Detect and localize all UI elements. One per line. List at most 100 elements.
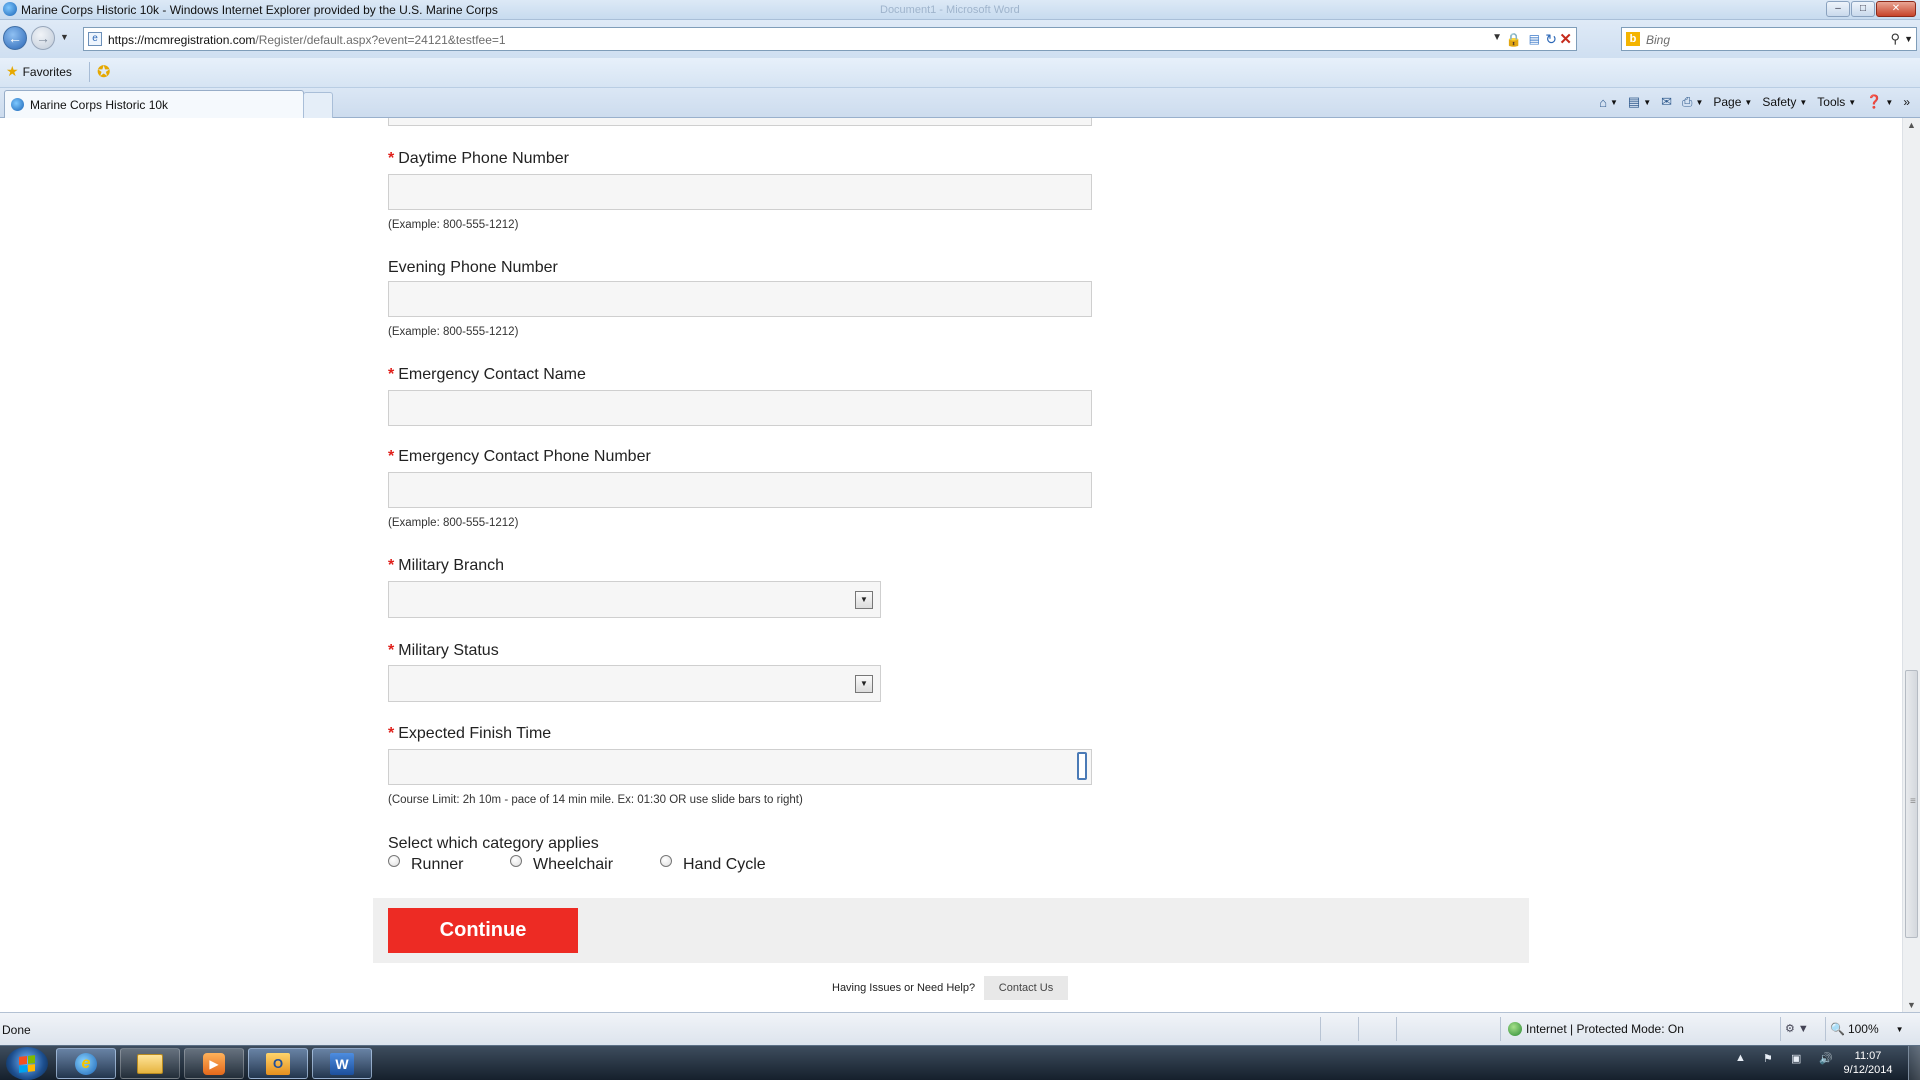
minimize-button[interactable]: – bbox=[1826, 1, 1850, 17]
military-status-label: * Military Status bbox=[388, 642, 499, 659]
help-menu[interactable]: ❓ ▼ bbox=[1866, 94, 1893, 110]
zoom-control[interactable]: 🔍 100% ▼ bbox=[1830, 1022, 1904, 1036]
stop-icon[interactable]: ✕ bbox=[1559, 30, 1572, 48]
star-icon: ★ bbox=[6, 63, 19, 79]
taskbar-internet-explorer[interactable]: e bbox=[56, 1048, 116, 1079]
background-window-title: Document1 - Microsoft Word bbox=[880, 4, 1020, 16]
continue-button[interactable]: Continue bbox=[388, 908, 578, 953]
tools-menu[interactable]: Tools ▼ bbox=[1817, 95, 1856, 109]
zoom-icon: 🔍 bbox=[1830, 1022, 1845, 1036]
security-zone[interactable]: Internet | Protected Mode: On bbox=[1508, 1022, 1684, 1036]
status-divider bbox=[1358, 1017, 1359, 1041]
new-tab-button[interactable] bbox=[303, 92, 333, 118]
emergency-contact-phone-input[interactable] bbox=[388, 472, 1092, 508]
status-divider bbox=[1780, 1017, 1781, 1041]
continue-panel: Continue bbox=[373, 898, 1529, 963]
page-icon: e bbox=[88, 32, 102, 46]
search-box[interactable]: b Bing ⚲ ▼ bbox=[1621, 27, 1917, 51]
recent-pages-dropdown[interactable]: ▼ bbox=[60, 32, 69, 42]
radio-button[interactable] bbox=[388, 855, 400, 867]
scrollbar-thumb[interactable]: ≡ bbox=[1905, 670, 1918, 938]
military-branch-select[interactable]: ▼ bbox=[388, 581, 881, 618]
favorites-label: Favorites bbox=[22, 64, 72, 79]
page-menu[interactable]: Page ▼ bbox=[1713, 95, 1752, 109]
daytime-phone-input[interactable] bbox=[388, 174, 1092, 210]
tab-bar: Marine Corps Historic 10k ⌂ ▼ ▤ ▼ ✉ ⎙ ▼ Pag… bbox=[0, 88, 1920, 118]
previous-field-input[interactable] bbox=[388, 118, 1092, 126]
status-divider bbox=[1320, 1017, 1321, 1041]
tab-marine-corps-historic-10k[interactable]: Marine Corps Historic 10k bbox=[4, 90, 304, 118]
emergency-contact-phone-hint: (Example: 800-555-1212) bbox=[388, 517, 519, 529]
refresh-icon[interactable]: ↻ bbox=[1545, 31, 1557, 48]
search-options-dropdown-icon[interactable]: ▼ bbox=[1904, 34, 1913, 44]
taskbar-outlook[interactable]: O bbox=[248, 1048, 308, 1079]
add-favorite-icon[interactable]: ✪ bbox=[97, 62, 110, 82]
radio-button[interactable] bbox=[660, 855, 672, 867]
evening-phone-input[interactable] bbox=[388, 281, 1092, 317]
print-button[interactable]: ⎙ ▼ bbox=[1682, 94, 1703, 110]
status-divider bbox=[1396, 1017, 1397, 1041]
vertical-scrollbar[interactable]: ▲ ≡ ▼ bbox=[1902, 118, 1920, 1012]
show-desktop-button[interactable] bbox=[1908, 1046, 1920, 1080]
lock-icon[interactable]: 🔒 bbox=[1506, 32, 1522, 48]
search-placeholder[interactable]: Bing bbox=[1646, 33, 1670, 47]
close-window-button[interactable]: ✕ bbox=[1876, 1, 1916, 17]
start-button[interactable] bbox=[6, 1047, 48, 1080]
back-button[interactable]: ← bbox=[3, 26, 27, 50]
chevron-down-icon[interactable]: ▼ bbox=[855, 591, 873, 609]
taskbar-word[interactable]: W bbox=[312, 1048, 372, 1079]
grip-icon: ≡ bbox=[1910, 796, 1916, 807]
evening-phone-label: Evening Phone Number bbox=[388, 259, 558, 276]
popup-blocker-icon[interactable]: ⚙ ▼ bbox=[1785, 1022, 1809, 1035]
status-text: Done bbox=[2, 1023, 31, 1037]
taskbar-file-explorer[interactable] bbox=[120, 1048, 180, 1079]
compatibility-view-icon[interactable]: ▤ bbox=[1529, 32, 1540, 46]
category-option-runner[interactable]: Runner bbox=[388, 855, 510, 874]
favorites-button[interactable]: ★ Favorites bbox=[6, 63, 72, 80]
emergency-contact-name-input[interactable] bbox=[388, 390, 1092, 426]
category-label: Select which category applies bbox=[388, 835, 599, 852]
clock[interactable]: 11:07 9/12/2014 bbox=[1838, 1049, 1898, 1077]
address-dropdown-icon[interactable]: ▼ bbox=[1492, 32, 1502, 43]
favorites-divider bbox=[89, 62, 90, 82]
message-flag-icon[interactable]: ⚑ bbox=[1763, 1052, 1777, 1065]
scroll-up-icon[interactable]: ▲ bbox=[1907, 120, 1916, 130]
network-icon[interactable]: ▣ bbox=[1791, 1052, 1805, 1065]
navigation-bar: ← → ▼ e https://mcmregistration.com/Regi… bbox=[0, 20, 1920, 58]
folder-icon bbox=[137, 1053, 163, 1074]
show-hidden-icons[interactable]: ▲ bbox=[1735, 1052, 1749, 1064]
category-radio-group: Runner Wheelchair Hand Cycle bbox=[388, 855, 766, 874]
forward-button[interactable]: → bbox=[31, 26, 55, 50]
category-option-wheelchair[interactable]: Wheelchair bbox=[510, 855, 660, 874]
finish-time-slider-handle[interactable] bbox=[1077, 752, 1087, 780]
page-viewport: * Daytime Phone Number (Example: 800-555-… bbox=[0, 118, 1902, 1012]
media-player-icon: ▶ bbox=[203, 1052, 225, 1075]
url-text[interactable]: https://mcmregistration.com/Register/def… bbox=[108, 33, 506, 47]
safety-menu[interactable]: Safety ▼ bbox=[1762, 95, 1807, 109]
scroll-down-icon[interactable]: ▼ bbox=[1907, 1000, 1916, 1010]
rss-feed-icon: ▤ bbox=[1627, 94, 1641, 109]
window-controls: – □ ✕ bbox=[1826, 1, 1916, 17]
tab-ie-icon bbox=[11, 98, 24, 111]
bing-icon: b bbox=[1626, 32, 1640, 46]
feeds-button[interactable]: ▤ ▼ bbox=[1628, 94, 1651, 110]
zoom-dropdown-icon[interactable]: ▼ bbox=[1896, 1025, 1904, 1034]
word-icon: W bbox=[330, 1052, 354, 1075]
chevron-down-icon[interactable]: ▼ bbox=[855, 675, 873, 693]
expected-finish-time-hint: (Course Limit: 2h 10m - pace of 14 min m… bbox=[388, 794, 803, 806]
search-icon[interactable]: ⚲ bbox=[1890, 31, 1900, 47]
outlook-icon: O bbox=[266, 1052, 290, 1075]
address-bar[interactable]: e https://mcmregistration.com/Register/d… bbox=[83, 27, 1577, 51]
radio-button[interactable] bbox=[510, 855, 522, 867]
maximize-button[interactable]: □ bbox=[1851, 1, 1875, 17]
contact-us-button[interactable]: Contact Us bbox=[984, 976, 1068, 1000]
expected-finish-time-input[interactable] bbox=[388, 749, 1092, 785]
military-status-select[interactable]: ▼ bbox=[388, 665, 881, 702]
more-commands-icon[interactable]: » bbox=[1903, 95, 1910, 109]
volume-icon[interactable]: 🔊 bbox=[1819, 1052, 1833, 1065]
status-divider bbox=[1825, 1017, 1826, 1041]
category-option-hand-cycle[interactable]: Hand Cycle bbox=[660, 855, 766, 874]
read-mail-button[interactable]: ✉ bbox=[1661, 94, 1672, 110]
taskbar-media-player[interactable]: ▶ bbox=[184, 1048, 244, 1079]
home-button[interactable]: ⌂ ▼ bbox=[1599, 95, 1618, 110]
